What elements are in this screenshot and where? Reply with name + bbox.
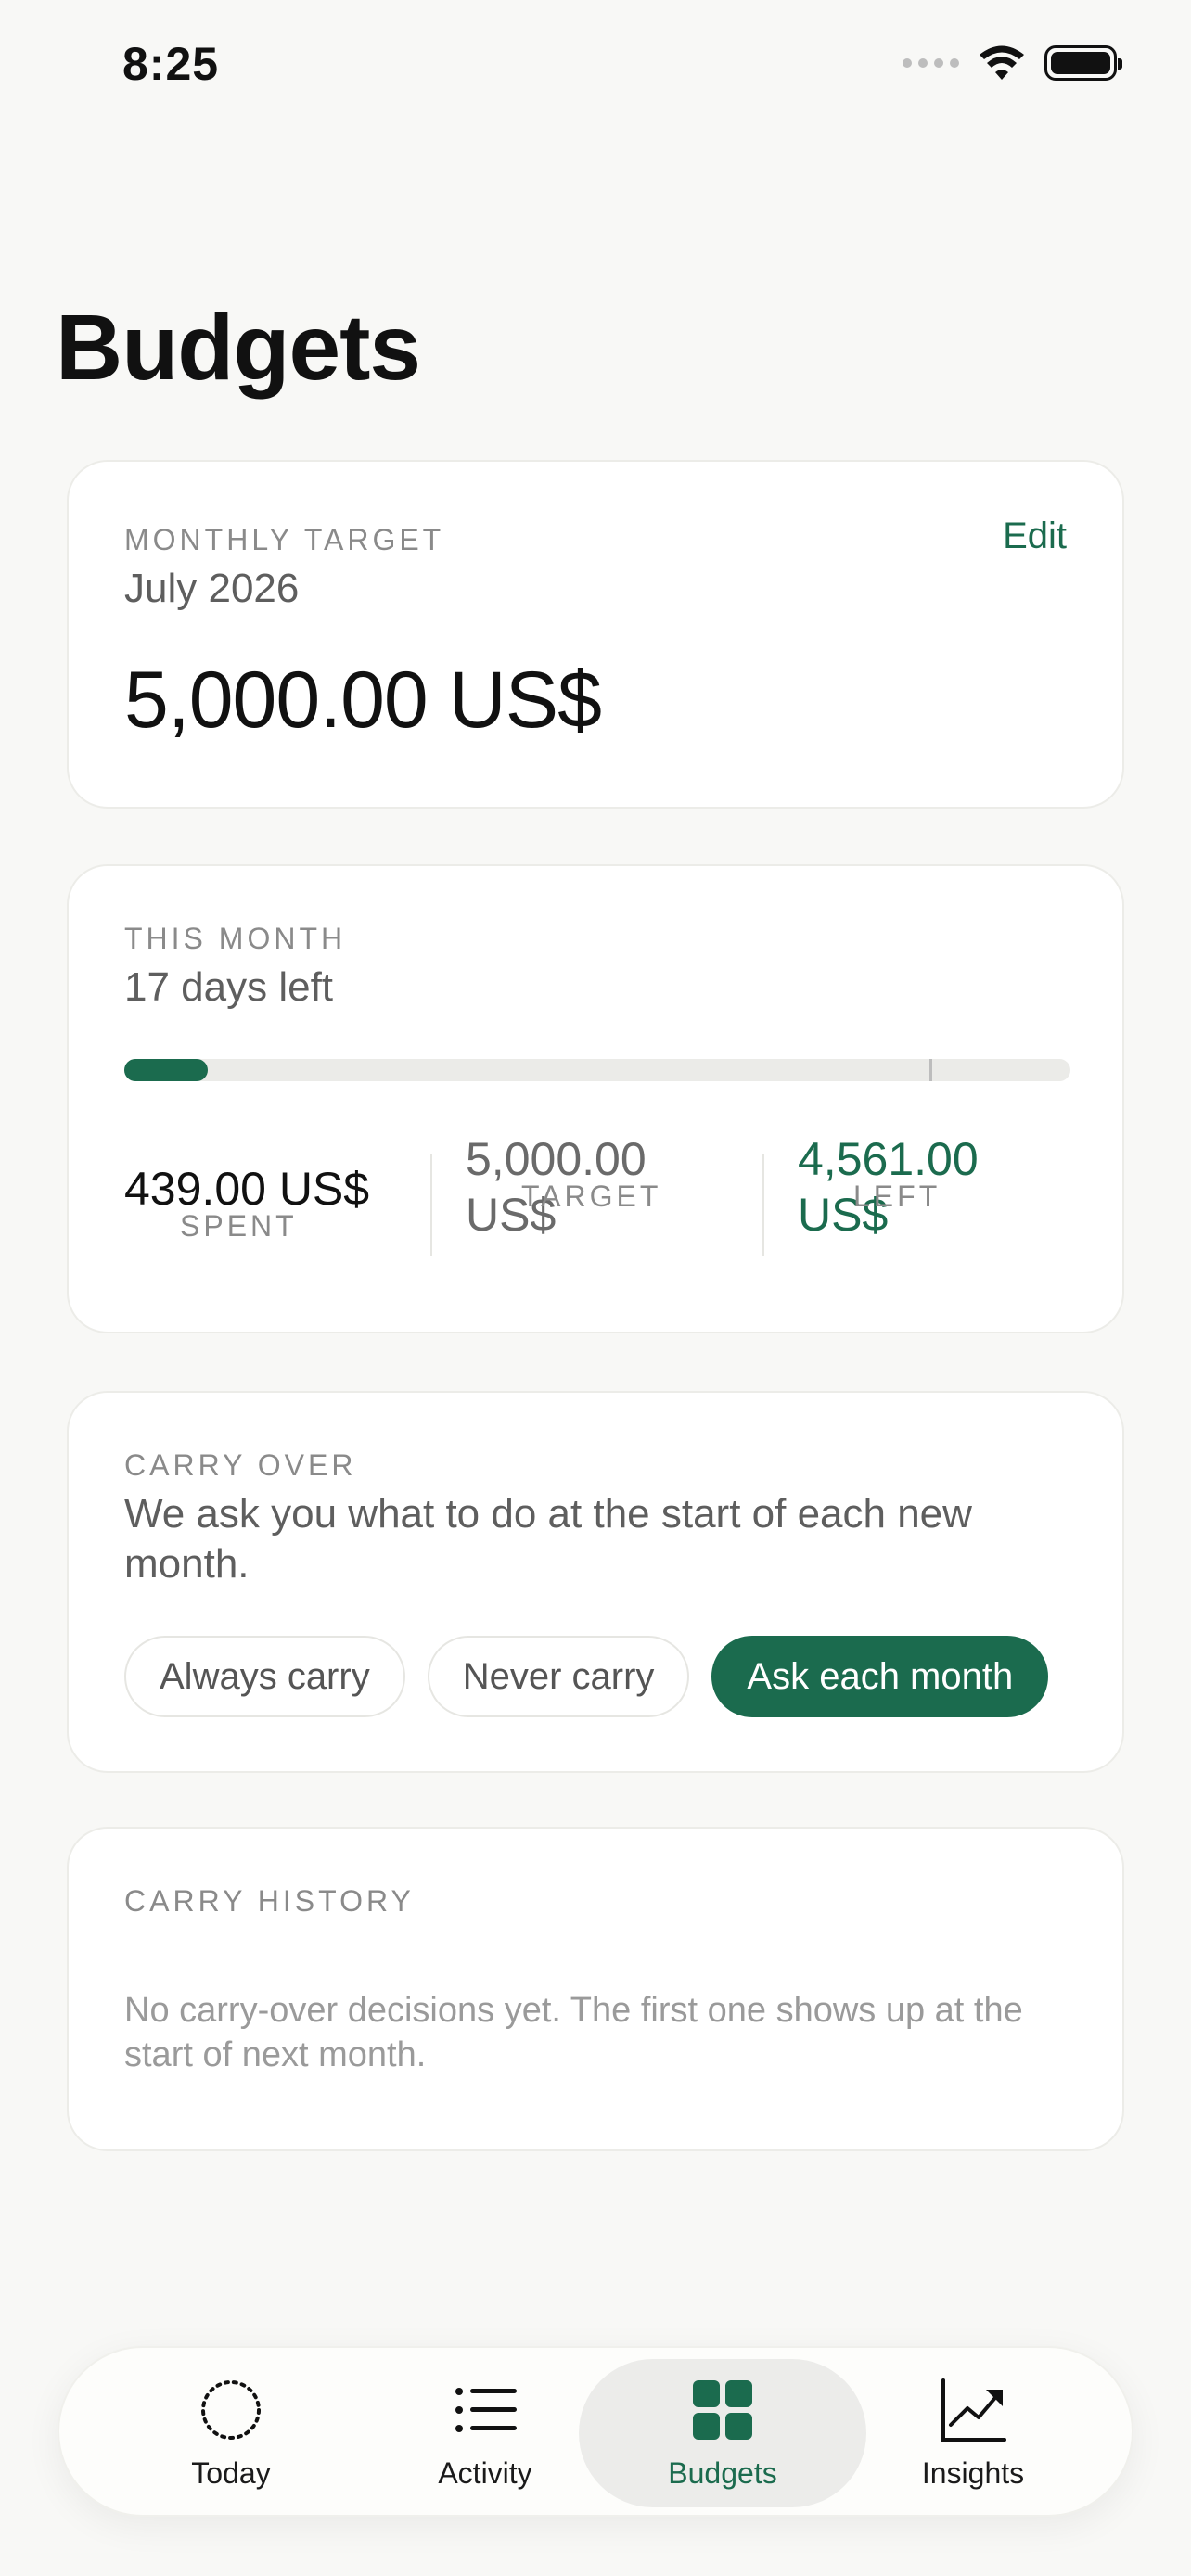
stat-divider — [430, 1154, 432, 1256]
list-icon — [455, 2387, 517, 2432]
carry-over-card: CARRY OVER We ask you what to do at the … — [67, 1391, 1124, 1773]
tab-bar: Today Activity Budgets Insights — [58, 2346, 1133, 2517]
target-amount: 5,000.00 US$ — [124, 656, 602, 745]
tab-insights-label: Insights — [921, 2455, 1025, 2490]
status-bar: 8:25 — [0, 0, 1191, 139]
dotted-circle-icon — [201, 2379, 261, 2440]
carry-over-label: CARRY OVER — [124, 1448, 357, 1482]
cellular-signal-icon — [903, 58, 959, 68]
tab-insights[interactable]: Insights — [829, 2359, 1117, 2507]
monthly-target-label: MONTHLY TARGET — [124, 523, 445, 556]
spent-value: 439.00 US$ — [124, 1163, 370, 1215]
ask-each-month-button[interactable]: Ask each month — [711, 1636, 1049, 1717]
status-time: 8:25 — [122, 38, 220, 90]
carry-over-options: Always carry Never carry Ask each month — [124, 1636, 1049, 1717]
target-marker — [929, 1059, 932, 1081]
carry-history-card: CARRY HISTORY No carry-over decisions ye… — [67, 1827, 1124, 2151]
wifi-icon — [980, 45, 1024, 80]
this-month-card: THIS MONTH 17 days left SPENT 439.00 US$… — [67, 864, 1124, 1333]
spending-progress-bar — [124, 1059, 1070, 1081]
left-stat: LEFT 4,561.00 US$ — [798, 1124, 1039, 1243]
tab-budgets-label: Budgets — [668, 2455, 777, 2490]
monthly-target-card: MONTHLY TARGET July 2026 Edit 5,000.00 U… — [67, 460, 1124, 809]
this-month-label: THIS MONTH — [124, 922, 347, 955]
carry-history-empty-state: No carry-over decisions yet. The first o… — [124, 1991, 1023, 2074]
tab-budgets[interactable]: Budgets — [579, 2359, 866, 2507]
status-icons — [903, 45, 1122, 82]
always-carry-button[interactable]: Always carry — [124, 1636, 405, 1717]
target-label: TARGET — [521, 1180, 662, 1213]
grid-icon — [693, 2379, 752, 2440]
days-left: 17 days left — [124, 964, 334, 1010]
tab-today[interactable]: Today — [87, 2359, 375, 2507]
stat-divider — [762, 1154, 764, 1256]
tab-activity-label: Activity — [438, 2455, 532, 2490]
left-label: LEFT — [853, 1180, 941, 1213]
spent-label: SPENT — [180, 1209, 298, 1243]
target-stat: TARGET 5,000.00 US$ — [466, 1124, 707, 1243]
carry-over-description: We ask you what to do at the start of ea… — [124, 1491, 972, 1587]
carry-history-label: CARRY HISTORY — [124, 1884, 415, 1918]
battery-icon — [1044, 45, 1122, 81]
tab-today-label: Today — [191, 2455, 271, 2490]
never-carry-button[interactable]: Never carry — [427, 1636, 690, 1717]
spent-stat: SPENT 439.00 US$ — [124, 1154, 370, 1243]
target-period: July 2026 — [124, 566, 300, 611]
edit-target-button[interactable]: Edit — [1003, 516, 1067, 557]
page-title: Budgets — [56, 296, 421, 400]
chart-trend-icon — [941, 2378, 1006, 2442]
spending-progress-fill — [124, 1059, 208, 1081]
